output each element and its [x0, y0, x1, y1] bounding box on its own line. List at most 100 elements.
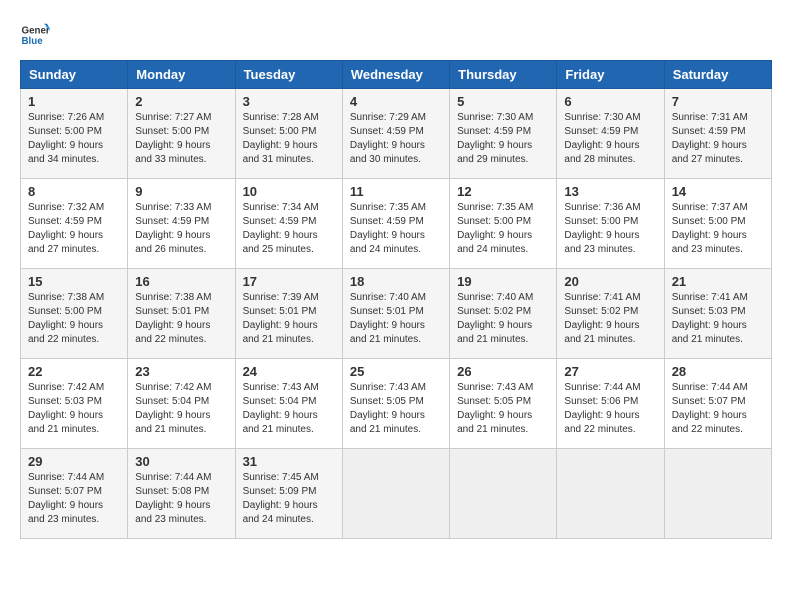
day-detail: Sunrise: 7:44 AMSunset: 5:06 PMDaylight:… — [564, 382, 640, 435]
logo: General Blue — [20, 20, 54, 50]
day-detail: Sunrise: 7:28 AMSunset: 5:00 PMDaylight:… — [243, 112, 319, 165]
header-cell-sunday: Sunday — [21, 61, 128, 89]
calendar-cell: 5Sunrise: 7:30 AMSunset: 4:59 PMDaylight… — [450, 89, 557, 179]
header-cell-friday: Friday — [557, 61, 664, 89]
calendar-cell — [664, 449, 771, 539]
calendar-table: SundayMondayTuesdayWednesdayThursdayFrid… — [20, 60, 772, 539]
calendar-week-2: 8 Sunrise: 7:32 AMSunset: 4:59 PMDaylight… — [21, 179, 772, 269]
svg-text:Blue: Blue — [22, 36, 44, 47]
day-detail: Sunrise: 7:36 AMSunset: 5:00 PMDaylight:… — [564, 202, 640, 255]
day-detail: Sunrise: 7:32 AMSunset: 4:59 PMDaylight:… — [28, 202, 104, 255]
calendar-cell — [557, 449, 664, 539]
day-detail: Sunrise: 7:39 AMSunset: 5:01 PMDaylight:… — [243, 292, 319, 345]
day-number: 11 — [350, 184, 442, 199]
day-detail: Sunrise: 7:43 AMSunset: 5:04 PMDaylight:… — [243, 382, 319, 435]
day-number: 24 — [243, 364, 335, 379]
calendar-cell: 24 Sunrise: 7:43 AMSunset: 5:04 PMDayligh… — [235, 359, 342, 449]
day-number: 20 — [564, 274, 656, 289]
header-cell-wednesday: Wednesday — [342, 61, 449, 89]
day-detail: Sunrise: 7:41 AMSunset: 5:03 PMDaylight:… — [672, 292, 748, 345]
calendar-cell: 28Sunrise: 7:44 AMSunset: 5:07 PMDayligh… — [664, 359, 771, 449]
day-detail: Sunrise: 7:35 AMSunset: 4:59 PMDaylight:… — [350, 202, 426, 255]
calendar-cell: 30 Sunrise: 7:44 AMSunset: 5:08 PMDayligh… — [128, 449, 235, 539]
calendar-cell: 9Sunrise: 7:33 AMSunset: 4:59 PMDaylight… — [128, 179, 235, 269]
day-number: 30 — [135, 454, 227, 469]
day-number: 17 — [243, 274, 335, 289]
calendar-cell: 2Sunrise: 7:27 AMSunset: 5:00 PMDaylight… — [128, 89, 235, 179]
day-detail: Sunrise: 7:37 AMSunset: 5:00 PMDaylight:… — [672, 202, 748, 255]
day-number: 28 — [672, 364, 764, 379]
calendar-cell: 1 Sunrise: 7:26 AMSunset: 5:00 PMDaylight… — [21, 89, 128, 179]
calendar-cell: 18Sunrise: 7:40 AMSunset: 5:01 PMDayligh… — [342, 269, 449, 359]
day-number: 14 — [672, 184, 764, 199]
day-detail: Sunrise: 7:42 AMSunset: 5:04 PMDaylight:… — [135, 382, 211, 435]
calendar-cell: 15 Sunrise: 7:38 AMSunset: 5:00 PMDayligh… — [21, 269, 128, 359]
day-detail: Sunrise: 7:38 AMSunset: 5:01 PMDaylight:… — [135, 292, 211, 345]
day-detail: Sunrise: 7:41 AMSunset: 5:02 PMDaylight:… — [564, 292, 640, 345]
calendar-week-3: 15 Sunrise: 7:38 AMSunset: 5:00 PMDayligh… — [21, 269, 772, 359]
day-number: 21 — [672, 274, 764, 289]
calendar-cell: 7 Sunrise: 7:31 AMSunset: 4:59 PMDaylight… — [664, 89, 771, 179]
calendar-cell: 26 Sunrise: 7:43 AMSunset: 5:05 PMDayligh… — [450, 359, 557, 449]
day-number: 18 — [350, 274, 442, 289]
calendar-cell — [450, 449, 557, 539]
header-cell-monday: Monday — [128, 61, 235, 89]
calendar-cell: 11 Sunrise: 7:35 AMSunset: 4:59 PMDayligh… — [342, 179, 449, 269]
day-detail: Sunrise: 7:38 AMSunset: 5:00 PMDaylight:… — [28, 292, 104, 345]
logo-icon: General Blue — [20, 20, 50, 50]
day-number: 15 — [28, 274, 120, 289]
header-row: SundayMondayTuesdayWednesdayThursdayFrid… — [21, 61, 772, 89]
day-number: 7 — [672, 94, 764, 109]
calendar-cell: 12 Sunrise: 7:35 AMSunset: 5:00 PMDayligh… — [450, 179, 557, 269]
calendar-cell: 19Sunrise: 7:40 AMSunset: 5:02 PMDayligh… — [450, 269, 557, 359]
day-detail: Sunrise: 7:29 AMSunset: 4:59 PMDaylight:… — [350, 112, 426, 165]
day-detail: Sunrise: 7:45 AMSunset: 5:09 PMDaylight:… — [243, 472, 319, 525]
header-cell-thursday: Thursday — [450, 61, 557, 89]
day-detail: Sunrise: 7:27 AMSunset: 5:00 PMDaylight:… — [135, 112, 211, 165]
calendar-cell: 13 Sunrise: 7:36 AMSunset: 5:00 PMDayligh… — [557, 179, 664, 269]
calendar-cell: 16 Sunrise: 7:38 AMSunset: 5:01 PMDayligh… — [128, 269, 235, 359]
calendar-cell: 17 Sunrise: 7:39 AMSunset: 5:01 PMDayligh… — [235, 269, 342, 359]
header-cell-tuesday: Tuesday — [235, 61, 342, 89]
day-number: 6 — [564, 94, 656, 109]
day-detail: Sunrise: 7:40 AMSunset: 5:02 PMDaylight:… — [457, 292, 533, 345]
day-number: 27 — [564, 364, 656, 379]
calendar-cell: 4 Sunrise: 7:29 AMSunset: 4:59 PMDaylight… — [342, 89, 449, 179]
day-detail: Sunrise: 7:31 AMSunset: 4:59 PMDaylight:… — [672, 112, 748, 165]
calendar-week-4: 22Sunrise: 7:42 AMSunset: 5:03 PMDayligh… — [21, 359, 772, 449]
day-detail: Sunrise: 7:26 AMSunset: 5:00 PMDaylight:… — [28, 112, 104, 165]
day-number: 4 — [350, 94, 442, 109]
header: General Blue — [20, 20, 772, 50]
day-number: 12 — [457, 184, 549, 199]
header-cell-saturday: Saturday — [664, 61, 771, 89]
calendar-cell: 22Sunrise: 7:42 AMSunset: 5:03 PMDayligh… — [21, 359, 128, 449]
day-detail: Sunrise: 7:34 AMSunset: 4:59 PMDaylight:… — [243, 202, 319, 255]
day-detail: Sunrise: 7:43 AMSunset: 5:05 PMDaylight:… — [350, 382, 426, 435]
day-detail: Sunrise: 7:30 AMSunset: 4:59 PMDaylight:… — [457, 112, 533, 165]
calendar-cell: 8 Sunrise: 7:32 AMSunset: 4:59 PMDaylight… — [21, 179, 128, 269]
day-number: 31 — [243, 454, 335, 469]
day-number: 8 — [28, 184, 120, 199]
day-number: 25 — [350, 364, 442, 379]
calendar-cell: 29Sunrise: 7:44 AMSunset: 5:07 PMDayligh… — [21, 449, 128, 539]
calendar-cell: 10Sunrise: 7:34 AMSunset: 4:59 PMDayligh… — [235, 179, 342, 269]
day-detail: Sunrise: 7:35 AMSunset: 5:00 PMDaylight:… — [457, 202, 533, 255]
calendar-cell: 31 Sunrise: 7:45 AMSunset: 5:09 PMDayligh… — [235, 449, 342, 539]
calendar-cell: 27 Sunrise: 7:44 AMSunset: 5:06 PMDayligh… — [557, 359, 664, 449]
day-number: 13 — [564, 184, 656, 199]
day-number: 1 — [28, 94, 120, 109]
calendar-cell: 6 Sunrise: 7:30 AMSunset: 4:59 PMDaylight… — [557, 89, 664, 179]
day-detail: Sunrise: 7:44 AMSunset: 5:08 PMDaylight:… — [135, 472, 211, 525]
day-detail: Sunrise: 7:30 AMSunset: 4:59 PMDaylight:… — [564, 112, 640, 165]
day-number: 16 — [135, 274, 227, 289]
calendar-cell: 3Sunrise: 7:28 AMSunset: 5:00 PMDaylight… — [235, 89, 342, 179]
day-number: 23 — [135, 364, 227, 379]
day-number: 9 — [135, 184, 227, 199]
calendar-cell: 25 Sunrise: 7:43 AMSunset: 5:05 PMDayligh… — [342, 359, 449, 449]
day-number: 26 — [457, 364, 549, 379]
calendar-cell: 20 Sunrise: 7:41 AMSunset: 5:02 PMDayligh… — [557, 269, 664, 359]
day-number: 29 — [28, 454, 120, 469]
day-detail: Sunrise: 7:43 AMSunset: 5:05 PMDaylight:… — [457, 382, 533, 435]
calendar-week-5: 29Sunrise: 7:44 AMSunset: 5:07 PMDayligh… — [21, 449, 772, 539]
calendar-cell — [342, 449, 449, 539]
